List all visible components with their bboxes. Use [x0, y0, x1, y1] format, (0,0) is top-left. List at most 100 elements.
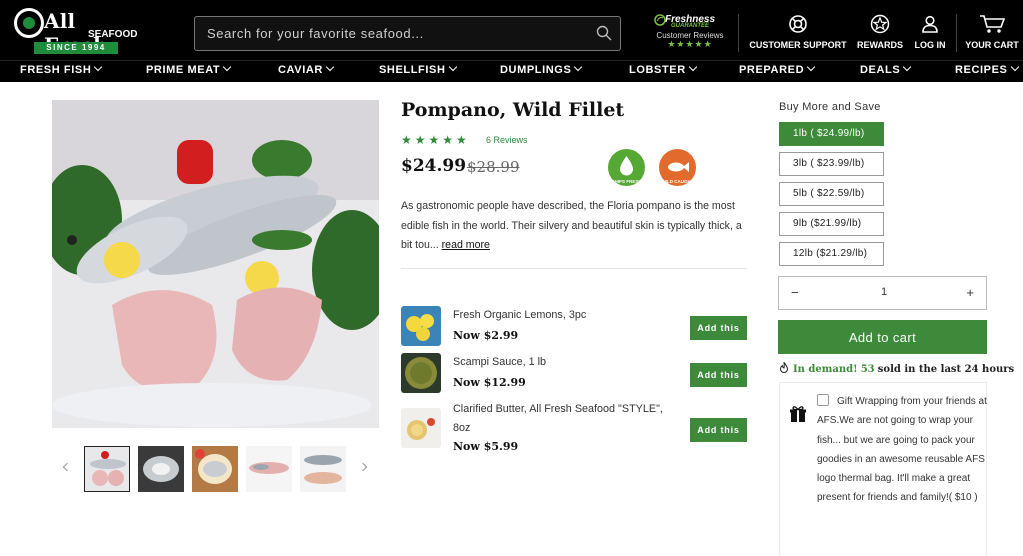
nav-label: PRIME MEAT: [146, 64, 221, 76]
in-demand-count: 53: [860, 364, 875, 375]
add-to-cart-button[interactable]: Add to cart: [778, 320, 987, 354]
chevron-down-icon: [223, 62, 232, 72]
logo-subtitle: SEAFOOD: [88, 29, 138, 40]
product-description: As gastronomic people have described, th…: [401, 197, 751, 256]
nav-label: DEALS: [860, 64, 901, 76]
customer-support-link[interactable]: CUSTOMER SUPPORT: [749, 14, 847, 56]
nav-label: LOBSTER: [629, 64, 686, 76]
thumb-image: [85, 447, 129, 491]
addon-item: Clarified Butter, All Fresh Seafood "STY…: [401, 400, 747, 462]
in-demand-notice: In demand! 53 sold in the last 24 hours: [779, 362, 1014, 375]
addon-name: Fresh Organic Lemons, 3pc: [453, 309, 587, 321]
in-demand-suffix: sold in the last 24 hours: [877, 364, 1015, 375]
nav-label: FRESH FISH: [20, 64, 92, 76]
thumbnail-4[interactable]: [246, 446, 292, 492]
chevron-down-icon: [325, 62, 335, 72]
search-input[interactable]: [195, 17, 590, 50]
quantity-option-5lb[interactable]: 5lb ( $22.59/lb): [779, 182, 884, 206]
addon-item: Scampi Sauce, 1 lb Now $12.99 Add this: [401, 353, 747, 399]
nav-prime-meat[interactable]: PRIME MEAT: [146, 62, 232, 76]
chevron-down-icon: [94, 62, 103, 72]
product-main-image[interactable]: [52, 100, 379, 428]
lemons-image: [401, 306, 441, 346]
thumb-image: [246, 446, 292, 492]
gift-icon: [790, 406, 806, 422]
read-more-link[interactable]: read more: [442, 239, 490, 251]
gift-wrap-option: Gift Wrapping from your friends at AFS.W…: [779, 382, 987, 556]
quantity-option-3lb[interactable]: 3lb ( $23.99/lb): [779, 152, 884, 176]
add-this-button[interactable]: Add this: [690, 316, 747, 340]
nav-fresh-fish[interactable]: FRESH FISH: [20, 62, 103, 76]
nav-prepared[interactable]: PREPARED: [739, 62, 816, 76]
thumb-image: [192, 446, 238, 492]
product-rating-stars: ★★★★★: [401, 133, 470, 147]
thumbnail-1[interactable]: [84, 446, 130, 492]
user-icon: [922, 15, 938, 33]
gift-wrap-text: Gift Wrapping from your friends at AFS.W…: [817, 396, 987, 504]
freshness-stars: ★★★★★: [667, 39, 713, 49]
nav-shellfish[interactable]: SHELLFISH: [379, 62, 457, 76]
addon-price: Now $12.99: [453, 376, 526, 389]
addon-thumbnail: [401, 408, 441, 448]
nav-deals[interactable]: DEALS: [860, 62, 912, 76]
search-icon[interactable]: [596, 25, 612, 41]
quantity-stepper: − 1 +: [778, 276, 987, 310]
ships-fresh-label: SHIPS FRESH: [611, 179, 642, 184]
quantity-option-12lb[interactable]: 12lb ($21.29/lb): [779, 242, 884, 266]
cart-icon: [980, 15, 1005, 33]
freshness-guarantee[interactable]: Freshness GUARANTEE Customer Reviews ★★★…: [650, 14, 730, 54]
rewards-link[interactable]: REWARDS: [855, 14, 905, 56]
header-divider: [738, 14, 739, 52]
section-divider: [401, 268, 747, 269]
add-this-button[interactable]: Add this: [690, 418, 747, 442]
addon-name: Scampi Sauce, 1 lb: [453, 356, 547, 368]
star-badge-icon: [870, 14, 890, 34]
header-divider: [956, 14, 957, 52]
pompano-fillet-photo: [52, 100, 379, 428]
addon-thumbnail: [401, 353, 441, 393]
buy-more-title: Buy More and Save: [779, 101, 881, 113]
rewards-label: REWARDS: [856, 40, 903, 50]
logo-fish-mark: [14, 8, 44, 38]
login-link[interactable]: LOG IN: [910, 14, 950, 56]
thumb-image: [138, 446, 184, 492]
nav-lobster[interactable]: LOBSTER: [629, 62, 698, 76]
cart-link[interactable]: YOUR CART: [963, 14, 1021, 56]
quantity-option-9lb[interactable]: 9lb ($21.99/lb): [779, 212, 884, 236]
addon-thumbnail: [401, 306, 441, 346]
add-this-button[interactable]: Add this: [690, 363, 747, 387]
thumb-next-arrow[interactable]: [358, 462, 368, 472]
quantity-increase-button[interactable]: +: [966, 285, 974, 300]
product-price: $24.99: [401, 156, 467, 176]
nav-caviar[interactable]: CAVIAR: [278, 62, 335, 76]
nav-label: DUMPLINGS: [500, 64, 572, 76]
addon-name: Clarified Butter, All Fresh Seafood "STY…: [453, 403, 663, 434]
quantity-decrease-button[interactable]: −: [791, 285, 799, 300]
leaf-icon: [654, 14, 666, 26]
wild-caught-badge: WILD CAUGHT: [659, 149, 696, 186]
chevron-down-icon: [574, 62, 583, 72]
thumb-prev-arrow[interactable]: [62, 462, 72, 472]
quantity-value[interactable]: 1: [877, 286, 891, 298]
reviews-link[interactable]: 6 Reviews: [486, 135, 528, 145]
product-old-price: $28.99: [467, 158, 520, 176]
addon-price: Now $5.99: [453, 440, 519, 453]
thumbnail-5[interactable]: [300, 446, 346, 492]
quantity-option-1lb[interactable]: 1lb ( $24.99/lb): [779, 122, 884, 146]
addon-price: Now $2.99: [453, 329, 519, 342]
chevron-down-icon: [448, 62, 457, 72]
site-logo[interactable]: All Fresh SEAFOOD SINCE 1994: [14, 8, 137, 57]
cart-label: YOUR CART: [965, 40, 1019, 50]
thumbnail-2[interactable]: [138, 446, 184, 492]
nav-dumplings[interactable]: DUMPLINGS: [500, 62, 583, 76]
wild-caught-label: WILD CAUGHT: [661, 179, 694, 184]
nav-label: SHELLFISH: [379, 64, 446, 76]
chevron-down-icon: [688, 62, 698, 72]
in-demand-label: In demand!: [793, 364, 858, 375]
thumb-image: [300, 446, 346, 492]
scampi-sauce-image: [401, 353, 441, 393]
thumbnail-3[interactable]: [192, 446, 238, 492]
ships-fresh-badge: SHIPS FRESH: [608, 149, 645, 186]
nav-recipes[interactable]: RECIPES: [955, 62, 1019, 76]
chevron-down-icon: [806, 62, 816, 72]
